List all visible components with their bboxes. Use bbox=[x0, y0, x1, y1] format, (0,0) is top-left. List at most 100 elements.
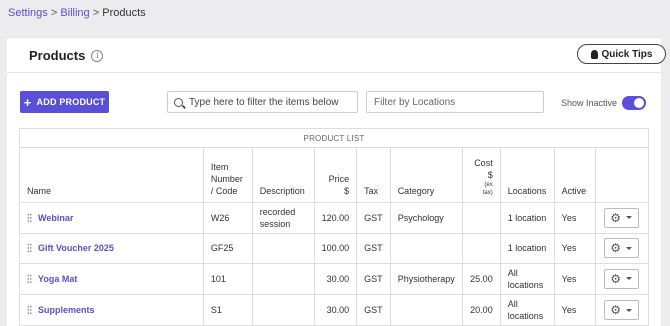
cell-name: Yoga Mat bbox=[20, 263, 204, 296]
cell-code: S1 bbox=[203, 294, 253, 326]
cell-category bbox=[390, 294, 463, 326]
locations-line: 1 location bbox=[507, 243, 547, 254]
plus-icon: + bbox=[23, 94, 32, 110]
drag-handle-icon[interactable] bbox=[27, 305, 32, 316]
cell-active: Yes bbox=[554, 294, 596, 326]
name-cell-wrap: Gift Voucher 2025 bbox=[27, 242, 196, 254]
lightbulb-icon bbox=[590, 49, 598, 59]
cell-price: 30.00 bbox=[314, 294, 358, 326]
cell-tax: GST bbox=[356, 202, 391, 234]
cell-category: Physiotherapy bbox=[390, 263, 463, 296]
table-row: Gift Voucher 2025 GF25 100.00 GST 1 loca… bbox=[20, 233, 648, 264]
gear-icon: ⚙ bbox=[610, 241, 621, 256]
breadcrumb-settings[interactable]: Settings bbox=[8, 7, 48, 19]
gear-icon: ⚙ bbox=[610, 210, 621, 225]
cell-cost bbox=[462, 233, 501, 264]
cell-actions: ⚙ bbox=[595, 202, 648, 234]
row-actions-button[interactable]: ⚙ bbox=[603, 268, 639, 289]
drag-handle-icon[interactable] bbox=[27, 273, 32, 284]
table-row: Yoga Mat 101 30.00 GST Physiotherapy 25.… bbox=[20, 263, 648, 296]
cell-actions: ⚙ bbox=[595, 263, 648, 296]
locations-line: All bbox=[507, 299, 518, 310]
breadcrumb-separator: > bbox=[50, 7, 58, 19]
row-actions-button[interactable]: ⚙ bbox=[603, 207, 639, 228]
drag-handle-icon[interactable] bbox=[27, 212, 32, 223]
description-line: session bbox=[259, 218, 291, 229]
cell-category bbox=[390, 233, 463, 264]
product-name-link[interactable]: Gift Voucher 2025 bbox=[38, 242, 114, 254]
cell-name: Webinar bbox=[20, 202, 204, 234]
cell-active: Yes bbox=[554, 263, 596, 296]
chevron-down-icon bbox=[625, 277, 632, 281]
cell-actions: ⚙ bbox=[595, 294, 648, 326]
add-product-button[interactable]: + ADD PRODUCT bbox=[20, 91, 109, 113]
table-caption: PRODUCT LIST bbox=[20, 129, 648, 148]
chevron-down-icon bbox=[625, 308, 632, 312]
header-locations[interactable]: Locations bbox=[500, 148, 555, 203]
locations-line: 1 location bbox=[507, 212, 547, 223]
name-cell-wrap: Yoga Mat bbox=[27, 273, 196, 285]
product-name-link[interactable]: Webinar bbox=[38, 212, 73, 224]
product-table: PRODUCT LIST Name Item Number / Code Des… bbox=[19, 128, 649, 326]
cell-locations: All locations bbox=[500, 294, 555, 326]
header-name[interactable]: Name bbox=[20, 148, 204, 203]
cell-code: W26 bbox=[203, 202, 253, 234]
quick-tips-label: Quick Tips bbox=[601, 48, 653, 60]
cell-tax: GST bbox=[356, 263, 391, 296]
product-name-link[interactable]: Supplements bbox=[38, 304, 95, 316]
cell-description: recorded session bbox=[252, 202, 315, 234]
gear-icon: ⚙ bbox=[610, 303, 621, 318]
cell-description bbox=[252, 233, 315, 264]
cell-active: Yes bbox=[554, 202, 596, 234]
cell-name: Gift Voucher 2025 bbox=[20, 233, 204, 264]
chevron-down-icon bbox=[625, 246, 632, 250]
quick-tips-button[interactable]: Quick Tips bbox=[577, 44, 666, 64]
cell-name: Supplements bbox=[20, 294, 204, 326]
cell-cost: 20.00 bbox=[462, 294, 501, 326]
products-panel: Products i Quick Tips + ADD PRODUCT Show… bbox=[7, 37, 666, 326]
info-icon[interactable]: i bbox=[91, 49, 104, 62]
header-category[interactable]: Category bbox=[390, 148, 463, 203]
show-inactive-label: Show Inactive bbox=[561, 98, 618, 108]
show-inactive-toggle[interactable] bbox=[622, 96, 647, 110]
location-filter bbox=[366, 91, 544, 113]
locations-line: locations bbox=[507, 311, 544, 322]
header-cost[interactable]: Cost $ (ex tax) bbox=[462, 148, 501, 203]
show-inactive-control: Show Inactive bbox=[561, 96, 647, 110]
cell-code: GF25 bbox=[203, 233, 253, 264]
breadcrumb-billing[interactable]: Billing bbox=[60, 7, 89, 19]
row-actions-button[interactable]: ⚙ bbox=[603, 300, 639, 321]
cell-active: Yes bbox=[554, 233, 596, 264]
cell-cost: 25.00 bbox=[462, 263, 501, 296]
table-row: Supplements S1 30.00 GST 20.00 All locati… bbox=[20, 294, 648, 326]
locations-line: All bbox=[507, 267, 518, 278]
drag-handle-icon[interactable] bbox=[27, 243, 32, 254]
breadcrumb: Settings > Billing > Products bbox=[8, 7, 146, 19]
cell-locations: 1 location bbox=[500, 202, 555, 234]
cell-code: 101 bbox=[203, 263, 253, 296]
search-icon bbox=[174, 97, 183, 107]
header-code[interactable]: Item Number / Code bbox=[203, 148, 253, 203]
header-price-line: $ bbox=[344, 186, 350, 197]
panel-divider bbox=[7, 72, 661, 73]
cell-price: 100.00 bbox=[314, 233, 358, 264]
product-name-link[interactable]: Yoga Mat bbox=[38, 273, 77, 285]
header-description[interactable]: Description bbox=[252, 148, 315, 203]
header-price-line: Price bbox=[328, 174, 350, 185]
breadcrumb-separator: > bbox=[92, 7, 100, 19]
header-cost-line: tax) bbox=[482, 190, 493, 197]
header-cost-line: $ bbox=[487, 170, 493, 181]
location-filter-input[interactable] bbox=[374, 96, 543, 108]
row-actions-button[interactable]: ⚙ bbox=[603, 238, 639, 259]
table-row: Webinar W26 recorded session 120.00 GST P… bbox=[20, 202, 648, 234]
header-cost-line: Cost bbox=[474, 158, 493, 169]
header-active[interactable]: Active bbox=[554, 148, 596, 203]
breadcrumb-current: Products bbox=[102, 7, 146, 19]
page-title: Products i bbox=[29, 48, 104, 63]
search-input[interactable] bbox=[189, 96, 357, 108]
header-tax[interactable]: Tax bbox=[356, 148, 391, 203]
cell-cost bbox=[462, 202, 501, 234]
header-price[interactable]: Price $ bbox=[314, 148, 358, 203]
header-code-line: Item bbox=[210, 162, 229, 173]
cell-description bbox=[252, 294, 315, 326]
